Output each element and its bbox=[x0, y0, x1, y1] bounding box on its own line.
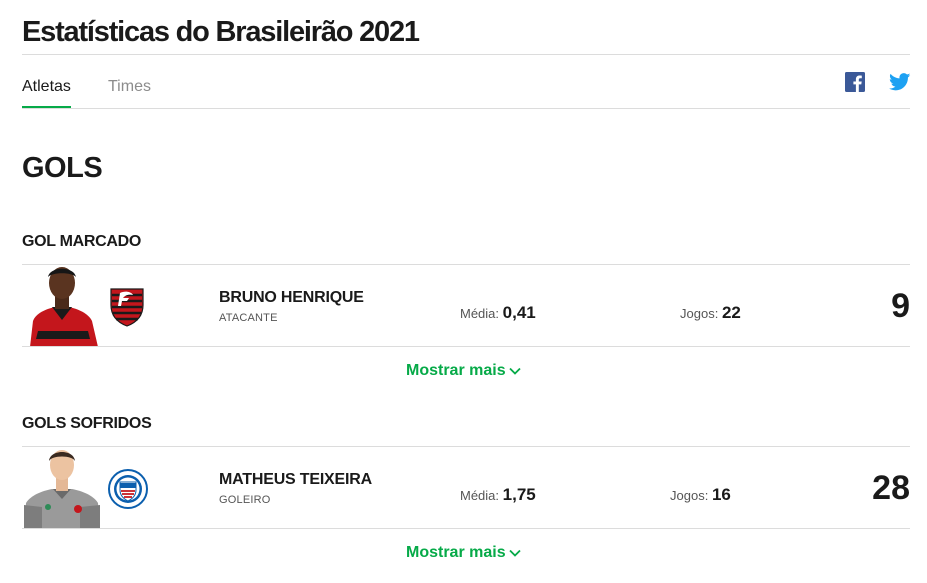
show-more-button[interactable]: Mostrar mais bbox=[406, 362, 521, 380]
jogos-stat: Jogos: 22 bbox=[680, 303, 741, 323]
tabs-divider bbox=[22, 108, 910, 109]
media-value: 0,41 bbox=[502, 303, 536, 322]
title-divider bbox=[22, 54, 910, 55]
player-photo-avatar bbox=[22, 265, 102, 347]
media-label: Média: bbox=[460, 306, 500, 321]
stat-total: 28 bbox=[872, 469, 910, 507]
category-divider-bottom bbox=[22, 528, 910, 529]
show-more-label: Mostrar mais bbox=[406, 544, 506, 561]
media-stat: Média: 1,75 bbox=[460, 485, 536, 505]
jogos-label: Jogos: bbox=[670, 488, 709, 503]
player-position: ATACANTE bbox=[219, 312, 278, 324]
jogos-stat: Jogos: 16 bbox=[670, 485, 731, 505]
jogos-label: Jogos: bbox=[680, 306, 719, 321]
category-divider-bottom bbox=[22, 346, 910, 347]
section-title-gols: GOLS bbox=[22, 152, 103, 184]
show-more-button[interactable]: Mostrar mais bbox=[406, 544, 521, 562]
player-name[interactable]: MATHEUS TEIXEIRA bbox=[219, 471, 372, 489]
page-title: Estatísticas do Brasileirão 2021 bbox=[22, 16, 420, 48]
chevron-down-icon bbox=[508, 549, 521, 557]
show-more-label: Mostrar mais bbox=[406, 362, 506, 379]
jogos-value: 16 bbox=[711, 485, 731, 504]
category-title-gol-marcado: GOL MARCADO bbox=[22, 233, 142, 250]
player-name[interactable]: BRUNO HENRIQUE bbox=[219, 289, 364, 307]
tab-times[interactable]: Times bbox=[108, 78, 151, 109]
media-label: Média: bbox=[460, 488, 500, 503]
tab-atletas[interactable]: Atletas bbox=[22, 78, 71, 109]
media-value: 1,75 bbox=[502, 485, 536, 504]
category-title-gols-sofridos: GOLS SOFRIDOS bbox=[22, 415, 152, 432]
twitter-icon[interactable] bbox=[889, 73, 911, 91]
jogos-value: 22 bbox=[721, 303, 741, 322]
chevron-down-icon bbox=[508, 367, 521, 375]
stat-total: 9 bbox=[891, 287, 910, 325]
player-row-matheus-teixeira[interactable]: MATHEUS TEIXEIRA GOLEIRO Média: 1,75 Jog… bbox=[22, 447, 910, 529]
player-position: GOLEIRO bbox=[219, 494, 271, 506]
facebook-icon[interactable] bbox=[845, 72, 865, 92]
bahia-logo bbox=[108, 469, 148, 509]
flamengo-logo bbox=[110, 288, 144, 327]
media-stat: Média: 0,41 bbox=[460, 303, 536, 323]
player-row-bruno-henrique[interactable]: BRUNO HENRIQUE ATACANTE Média: 0,41 Jogo… bbox=[22, 265, 910, 347]
player-photo-avatar bbox=[22, 447, 102, 529]
